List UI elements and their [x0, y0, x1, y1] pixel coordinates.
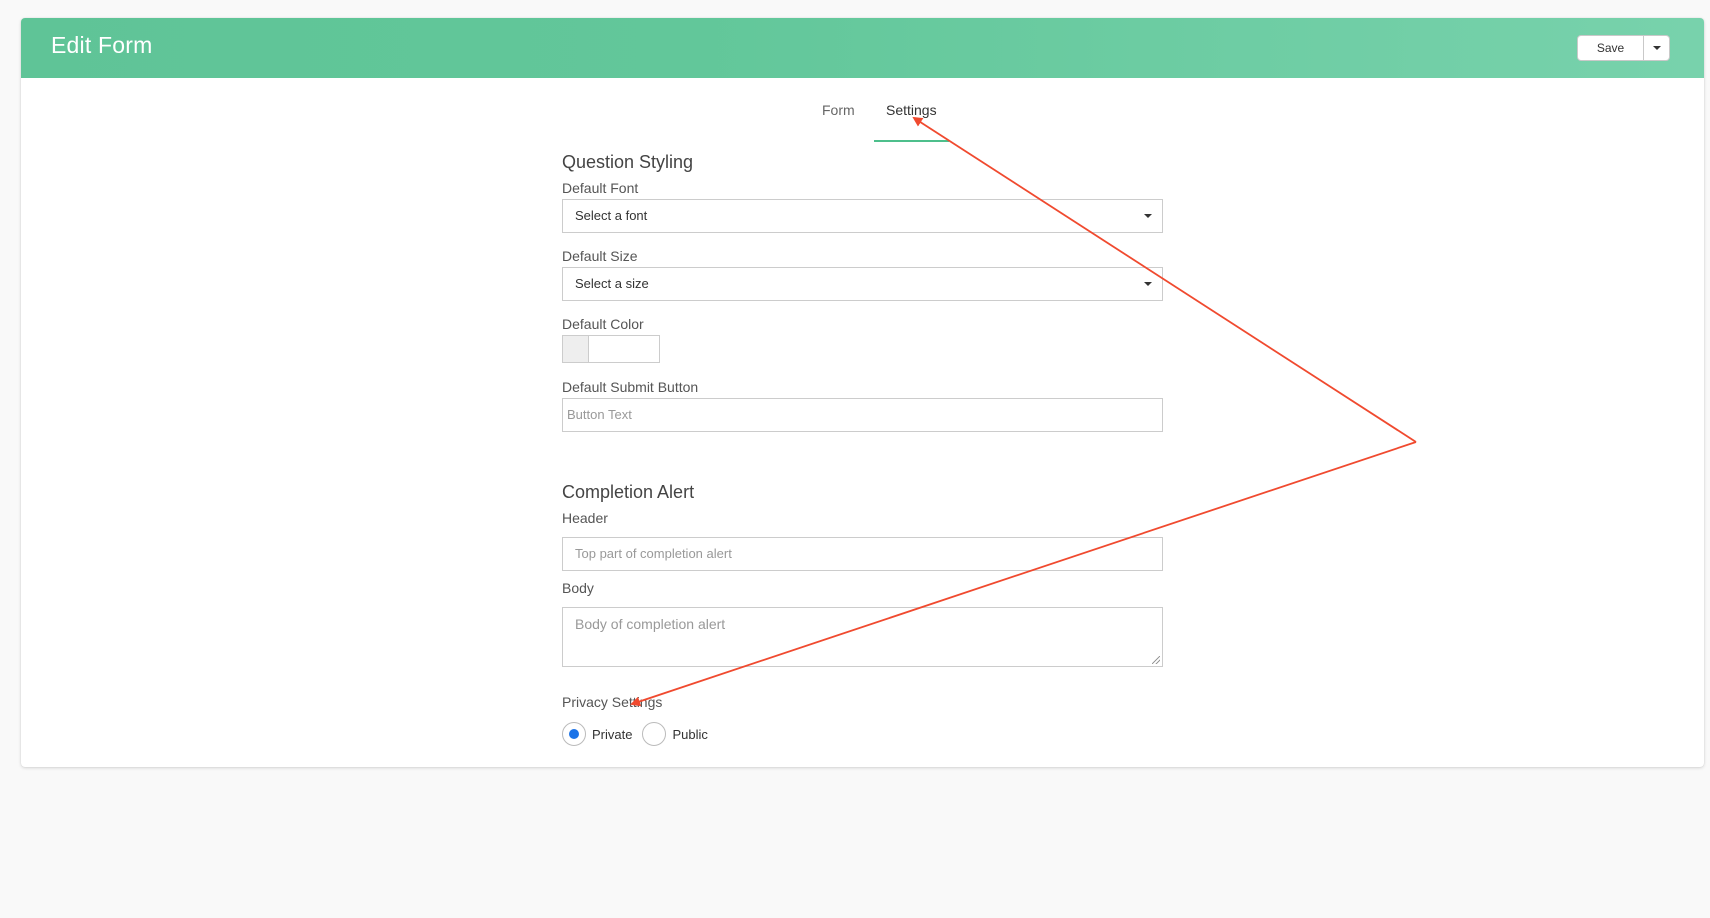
chevron-down-icon	[1144, 214, 1152, 218]
default-color-label: Default Color	[562, 316, 644, 332]
edit-form-card: Edit Form Save Form Settings Question St…	[21, 18, 1704, 767]
public-radio[interactable]	[642, 722, 667, 746]
default-size-select[interactable]: Select a size	[562, 267, 1163, 301]
default-submit-label: Default Submit Button	[562, 379, 699, 395]
chevron-down-icon	[1652, 46, 1661, 50]
privacy-settings-label: Privacy Settings	[562, 694, 663, 710]
save-options-dropdown-button[interactable]	[1644, 35, 1670, 61]
save-button-group: Save	[1577, 35, 1670, 61]
alert-body-placeholder: Body of completion alert	[575, 616, 726, 632]
private-radio[interactable]	[562, 722, 586, 746]
default-size-value: Select a size	[575, 276, 649, 291]
tab-form[interactable]: Form	[810, 96, 867, 142]
body-label: Body	[562, 580, 594, 596]
page-header: Edit Form Save	[21, 18, 1704, 78]
header-label: Header	[562, 510, 608, 526]
alert-body-textarea[interactable]: Body of completion alert	[562, 607, 1163, 667]
button-text-input[interactable]: Button Text	[562, 398, 1163, 432]
private-radio-label[interactable]: Private	[592, 727, 632, 742]
tab-settings[interactable]: Settings	[874, 96, 949, 142]
default-color-picker[interactable]	[562, 335, 660, 363]
tab-bar: Form Settings	[21, 96, 1704, 146]
default-font-select[interactable]: Select a font	[562, 199, 1163, 233]
default-font-label: Default Font	[562, 180, 639, 196]
alert-header-placeholder: Top part of completion alert	[575, 546, 732, 561]
alert-header-input[interactable]: Top part of completion alert	[562, 537, 1163, 571]
default-size-label: Default Size	[562, 248, 638, 264]
page-title: Edit Form	[51, 32, 153, 58]
save-button[interactable]: Save	[1577, 35, 1644, 61]
question-styling-title: Question Styling	[562, 152, 694, 172]
default-font-value: Select a font	[575, 208, 648, 223]
resize-handle-icon[interactable]	[1152, 656, 1160, 664]
completion-alert-title: Completion Alert	[562, 482, 695, 502]
color-swatch[interactable]	[563, 336, 589, 362]
chevron-down-icon	[1144, 282, 1152, 286]
public-radio-label[interactable]: Public	[672, 727, 707, 742]
privacy-radio-group: Private Public	[562, 722, 718, 746]
button-text-placeholder: Button Text	[567, 407, 632, 422]
